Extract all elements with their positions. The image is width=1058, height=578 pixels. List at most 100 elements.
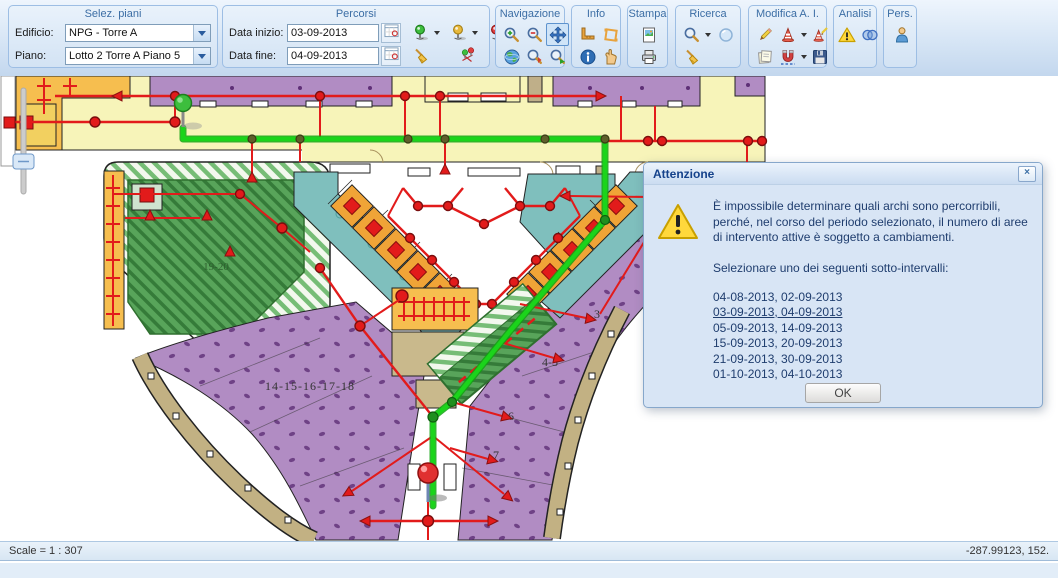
- search-button[interactable]: [680, 23, 703, 46]
- user-icon: [893, 26, 911, 44]
- edit-button[interactable]: [753, 23, 776, 46]
- work-area-edit-button[interactable]: [808, 23, 831, 46]
- search-icon: [683, 26, 701, 44]
- save-button[interactable]: [808, 45, 831, 68]
- print-icon: [640, 48, 658, 66]
- piano-label: Piano:: [15, 50, 65, 62]
- work-area-dropdown[interactable]: [799, 24, 808, 45]
- interval-option[interactable]: 03-09-2013, 04-09-2013: [713, 305, 1030, 321]
- data-inizio-value[interactable]: [288, 25, 378, 41]
- data-fine-value[interactable]: [288, 48, 378, 64]
- interval-option[interactable]: 04-08-2013, 02-09-2013: [713, 290, 1030, 306]
- info-button[interactable]: [576, 45, 599, 68]
- application-window: Selez. piani Edificio: Piano: Percorsi: [0, 0, 1058, 578]
- scale-indicator: Scale = 1 : 307: [0, 545, 966, 557]
- search-dropdown[interactable]: [703, 24, 712, 45]
- data-fine-calendar-button[interactable]: [381, 46, 401, 66]
- work-area-icon: [779, 26, 797, 44]
- edificio-combobox[interactable]: [65, 24, 211, 42]
- interval-option[interactable]: 05-09-2013, 14-09-2013: [713, 321, 1030, 337]
- edificio-dropdown-button[interactable]: [193, 25, 210, 41]
- zoom-out-button[interactable]: [523, 23, 546, 46]
- waypoint-button[interactable]: [447, 22, 470, 45]
- overlap-analysis-icon: [861, 26, 879, 44]
- start-point-dropdown[interactable]: [432, 23, 441, 44]
- interval-option[interactable]: 01-10-2013, 04-10-2013: [713, 367, 1030, 383]
- start-point-button[interactable]: [409, 22, 432, 45]
- zone-label: 19-20: [203, 261, 229, 273]
- overlap-analysis-button[interactable]: [858, 23, 881, 46]
- edificio-value[interactable]: [66, 25, 193, 41]
- measure-area-button[interactable]: [599, 23, 622, 46]
- chevron-down-icon: [198, 31, 206, 36]
- coordinates-indicator: -287.99123, 152.: [966, 545, 1058, 557]
- piano-dropdown-button[interactable]: [193, 48, 210, 64]
- data-inizio-field[interactable]: [287, 24, 379, 42]
- group-navigazione: Navigazione: [495, 5, 565, 68]
- data-inizio-label: Data inizio:: [229, 27, 287, 39]
- piano-combobox[interactable]: [65, 47, 211, 65]
- measure-distance-button[interactable]: [576, 23, 599, 46]
- piano-value[interactable]: [66, 48, 193, 64]
- select-icon: [602, 48, 620, 66]
- warning-analysis-icon: [838, 26, 856, 44]
- select-button[interactable]: [599, 45, 622, 68]
- notes-button[interactable]: [753, 45, 776, 68]
- edificio-label: Edificio:: [15, 27, 65, 39]
- attention-dialog: Attenzione × È impossibile determinare q…: [643, 162, 1043, 408]
- group-title: Selez. piani: [9, 8, 217, 21]
- work-area-button[interactable]: [776, 23, 799, 46]
- data-fine-field[interactable]: [287, 47, 379, 65]
- ok-button[interactable]: OK: [805, 383, 881, 403]
- snap-button[interactable]: [776, 45, 799, 68]
- print-button[interactable]: [637, 45, 660, 68]
- pan-button[interactable]: [546, 23, 569, 46]
- group-percorsi: Percorsi Data inizio: Data fine:: [222, 5, 490, 68]
- dialog-body: È impossibile determinare quali archi so…: [644, 185, 1042, 383]
- print-preview-button[interactable]: [637, 23, 660, 46]
- data-fine-label: Data fine:: [229, 50, 287, 62]
- waypoint-dropdown[interactable]: [470, 23, 479, 44]
- start-pin-green-icon: [412, 24, 430, 42]
- group-stampa: Stampa: [627, 5, 668, 68]
- waypoint-pin-yellow-icon: [450, 24, 468, 42]
- lens-icon: [717, 26, 735, 44]
- zoom-previous-button[interactable]: [523, 45, 546, 68]
- group-title: Percorsi: [223, 8, 489, 21]
- group-ricerca: Ricerca: [675, 5, 741, 68]
- info-icon: [579, 48, 597, 66]
- dialog-title: Attenzione: [653, 167, 1018, 181]
- zoom-next-button[interactable]: [546, 45, 569, 68]
- notes-icon: [756, 48, 774, 66]
- clear-search-button[interactable]: [680, 45, 703, 68]
- clear-route-button[interactable]: [409, 45, 432, 68]
- lens-button[interactable]: [714, 23, 737, 46]
- bottom-strip: [0, 562, 1058, 578]
- compute-route-button[interactable]: [456, 45, 479, 68]
- wing-left-label: 14-15-16-17-18: [265, 379, 355, 393]
- group-title: Stampa: [628, 8, 667, 21]
- group-analisi: Analisi: [833, 5, 877, 68]
- snap-dropdown[interactable]: [799, 46, 808, 67]
- warning-icon: [657, 203, 699, 241]
- interval-option[interactable]: 15-09-2013, 20-09-2013: [713, 336, 1030, 352]
- zoom-out-icon: [526, 26, 544, 44]
- dialog-titlebar: Attenzione ×: [644, 163, 1042, 185]
- warning-analysis-button[interactable]: [835, 23, 858, 46]
- data-inizio-calendar-button[interactable]: [381, 23, 401, 43]
- measure-area-icon: [602, 26, 620, 44]
- group-title: Ricerca: [676, 8, 740, 21]
- zoom-in-icon: [503, 26, 521, 44]
- clear-search-icon: [683, 48, 701, 66]
- interval-option[interactable]: 21-09-2013, 30-09-2013: [713, 352, 1030, 368]
- full-extent-button[interactable]: [500, 45, 523, 68]
- world-icon: [503, 48, 521, 66]
- print-preview-icon: [640, 26, 658, 44]
- group-info: Info: [571, 5, 621, 68]
- user-button[interactable]: [890, 23, 913, 46]
- zoom-in-button[interactable]: [500, 23, 523, 46]
- close-icon[interactable]: ×: [1018, 166, 1036, 182]
- zoom-previous-icon: [526, 48, 544, 66]
- interval-list: 04-08-2013, 02-09-2013 03-09-2013, 04-09…: [713, 290, 1030, 383]
- group-title: Modifica A. I.: [749, 8, 826, 21]
